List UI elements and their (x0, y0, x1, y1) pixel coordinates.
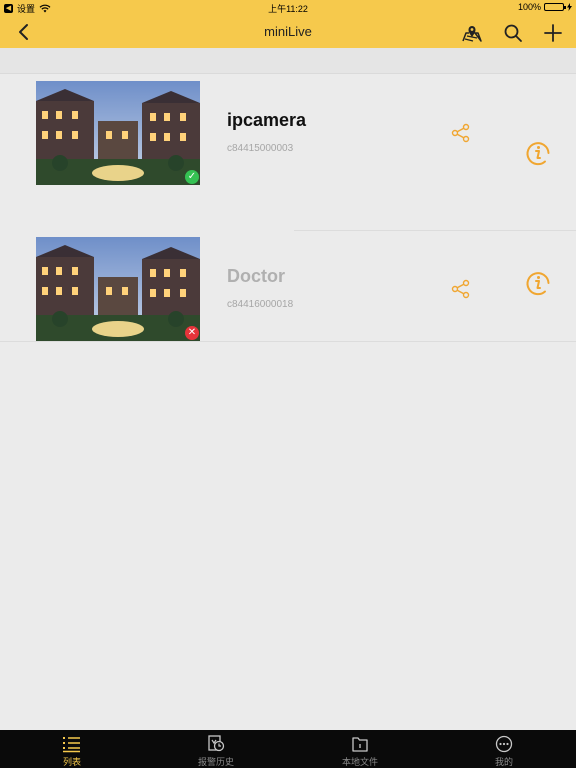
status-time: 上午11:22 (268, 4, 308, 14)
tab-label: 列表 (62, 757, 81, 767)
tab-mine[interactable]: 我的 (432, 730, 576, 768)
tab-bar: 列表 报警历史 本地文件 我的 (0, 730, 576, 768)
list-header-strip (0, 48, 576, 74)
more-dots-icon (495, 735, 513, 753)
alarm-history-icon (208, 735, 225, 752)
tab-label: 报警历史 (197, 757, 234, 767)
page-title: miniLive (264, 24, 312, 39)
search-icon[interactable] (502, 22, 524, 44)
offline-status-icon: ✕ (185, 326, 199, 340)
tab-alarm-history[interactable]: 报警历史 (144, 730, 288, 768)
tab-label: 我的 (494, 757, 513, 767)
status-right: 100% (518, 2, 572, 12)
device-id: c84416000018 (227, 299, 294, 310)
list-icon (63, 737, 80, 753)
tab-list[interactable]: 列表 (0, 730, 144, 768)
nav-bar: miniLive (0, 16, 576, 48)
plus-icon[interactable] (542, 22, 564, 44)
info-icon[interactable] (525, 140, 551, 166)
divider (0, 341, 576, 342)
device-id: c84415000003 (227, 143, 294, 154)
device-name: ipcamera (227, 110, 307, 130)
info-icon[interactable] (525, 270, 551, 296)
battery-icon (544, 3, 566, 11)
share-icon[interactable] (451, 123, 471, 143)
map-pin-icon[interactable] (461, 22, 483, 44)
folder-icon (352, 737, 368, 752)
battery-percent: 100% (517, 2, 541, 12)
device-list: ✓ ipcamera c84415000003 ✕ Doctor c844160… (0, 48, 576, 730)
tab-local-files[interactable]: 本地文件 (288, 730, 432, 768)
camera-thumbnail[interactable]: ✓ (36, 81, 200, 185)
device-row[interactable]: ✓ ipcamera c84415000003 (0, 75, 576, 231)
device-name: Doctor (227, 266, 285, 286)
online-status-icon: ✓ (185, 170, 199, 184)
charging-icon (567, 3, 572, 11)
tab-label: 本地文件 (341, 757, 378, 767)
device-row[interactable]: ✕ Doctor c84416000018 (0, 230, 576, 386)
share-icon[interactable] (451, 279, 471, 299)
status-bar: ◀ 设置 上午11:22 100% (0, 0, 576, 16)
camera-thumbnail[interactable]: ✕ (36, 237, 200, 341)
